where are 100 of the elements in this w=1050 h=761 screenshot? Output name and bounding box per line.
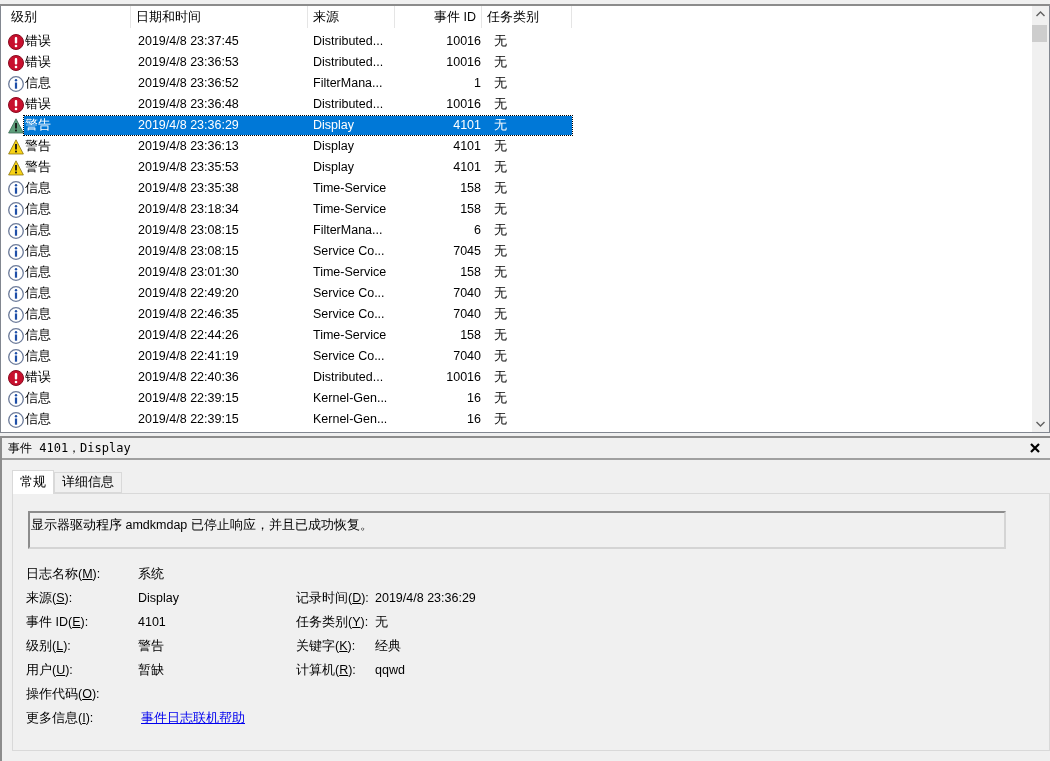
field-value: qqwd: [375, 662, 406, 679]
field-label: 用户(U):: [26, 662, 74, 679]
table-row[interactable]: 错误 2019/4/8 22:40:36 Distributed... 10016 无: [24, 368, 572, 387]
scroll-up-icon[interactable]: [1036, 11, 1045, 17]
table-cell-text: 10016: [445, 54, 481, 72]
table-cell-text: 无: [493, 33, 508, 51]
detail-title: 事件 4101，Display: [8, 440, 131, 457]
table-cell-text: 2019/4/8 22:49:20: [137, 285, 240, 303]
info-icon: [8, 75, 24, 92]
table-row[interactable]: 警告 2019/4/8 23:36:29 Display 4101 无: [24, 116, 572, 135]
table-cell-text: 1: [473, 75, 481, 93]
field-value: 无: [375, 614, 389, 631]
close-icon[interactable]: [1030, 443, 1040, 453]
table-cell-text: 4101: [452, 117, 481, 135]
field-value: 系统: [138, 566, 165, 583]
column-header[interactable]: 级别: [6, 6, 131, 28]
table-row[interactable]: 错误 2019/4/8 23:36:48 Distributed... 10016 无: [24, 95, 572, 114]
info-icon: [8, 390, 24, 407]
table-cell-text: 无: [493, 138, 508, 156]
table-row[interactable]: 警告 2019/4/8 23:36:13 Display 4101 无: [24, 137, 572, 156]
table-cell-text: Distributed...: [313, 33, 385, 51]
table-cell-text: 2019/4/8 22:41:19: [137, 348, 240, 366]
table-row[interactable]: 信息 2019/4/8 22:39:15 Kernel-Gen... 16 无: [24, 410, 572, 429]
table-cell-text: 信息: [24, 390, 52, 408]
table-cell-text: Display: [313, 117, 355, 135]
table-cell-text: 6: [473, 222, 481, 240]
field-value: 警告: [138, 638, 165, 655]
table-row[interactable]: 信息 2019/4/8 23:18:34 Time-Service 158 无: [24, 200, 572, 219]
table-row[interactable]: 信息 2019/4/8 22:39:15 Kernel-Gen... 16 无: [24, 389, 572, 408]
table-cell-text: 错误: [24, 33, 52, 51]
table-cell-text: 16: [466, 411, 481, 429]
table-cell-text: 2019/4/8 22:40:36: [137, 369, 240, 387]
table-cell-text: 无: [493, 264, 508, 282]
table-cell-text: 无: [493, 306, 508, 324]
scrollbar-thumb[interactable]: [1032, 25, 1047, 42]
table-cell-text: 4101: [452, 138, 481, 156]
table-cell-text: 错误: [24, 96, 52, 114]
table-cell-text: Time-Service: [313, 264, 388, 282]
field-label: 计算机(R):: [296, 662, 357, 679]
tab[interactable]: 详细信息: [54, 472, 122, 493]
table-row[interactable]: 信息 2019/4/8 23:01:30 Time-Service 158 无: [24, 263, 572, 282]
table-cell-text: 信息: [24, 285, 52, 303]
table-cell-text: 无: [493, 222, 508, 240]
table-cell-text: 警告: [24, 117, 52, 135]
table-cell-text: 158: [459, 180, 481, 198]
table-row[interactable]: 信息 2019/4/8 22:46:35 Service Co... 7040 无: [24, 305, 572, 324]
table-cell-text: Display: [313, 159, 355, 177]
table-cell-text: 7040: [452, 306, 481, 324]
table-row[interactable]: 信息 2019/4/8 23:08:15 FilterMana... 6 无: [24, 221, 572, 240]
table-cell-text: 2019/4/8 22:39:15: [137, 411, 240, 429]
error-icon: [8, 33, 24, 50]
table-cell-text: 16: [466, 390, 481, 408]
error-icon: [8, 96, 24, 113]
table-cell-text: 无: [493, 285, 508, 303]
field-label: 来源(S):: [26, 590, 74, 607]
table-row[interactable]: 警告 2019/4/8 23:35:53 Display 4101 无: [24, 158, 572, 177]
field-label: 关键字(K):: [296, 638, 357, 655]
table-row[interactable]: 错误 2019/4/8 23:37:45 Distributed... 10016 无: [24, 32, 572, 51]
column-header[interactable]: 事件 ID: [395, 6, 482, 28]
info-icon: [8, 285, 24, 302]
table-cell-text: 2019/4/8 22:44:26: [137, 327, 240, 345]
table-cell-text: 2019/4/8 23:35:38: [137, 180, 240, 198]
table-cell-text: 158: [459, 201, 481, 219]
error-icon: [8, 369, 24, 386]
table-cell-text: 2019/4/8 22:39:15: [137, 390, 240, 408]
tab[interactable]: 常规: [12, 470, 54, 494]
table-row[interactable]: 信息 2019/4/8 22:49:20 Service Co... 7040 无: [24, 284, 572, 303]
field-value: 经典: [375, 638, 402, 655]
table-cell-text: Kernel-Gen...: [313, 390, 389, 408]
table-cell-text: 4101: [452, 159, 481, 177]
scroll-down-icon[interactable]: [1036, 421, 1045, 427]
table-cell-text: 信息: [24, 222, 52, 240]
column-header[interactable]: 来源: [308, 6, 395, 28]
field-label: 操作代码(O):: [26, 686, 101, 703]
table-cell-text: 无: [493, 117, 508, 135]
info-icon: [8, 306, 24, 323]
table-cell-text: 2019/4/8 23:36:48: [137, 96, 240, 114]
table-row[interactable]: 信息 2019/4/8 23:35:38 Time-Service 158 无: [24, 179, 572, 198]
table-row[interactable]: 错误 2019/4/8 23:36:53 Distributed... 10016 无: [24, 53, 572, 72]
field-label: 任务类别(Y):: [296, 614, 370, 631]
table-row[interactable]: 信息 2019/4/8 23:08:15 Service Co... 7045 无: [24, 242, 572, 261]
table-cell-text: Time-Service: [313, 201, 388, 219]
table-cell-text: 无: [493, 348, 508, 366]
table-cell-text: 无: [493, 243, 508, 261]
error-icon: [8, 54, 24, 71]
column-header[interactable]: 任务类别: [482, 6, 572, 28]
table-row[interactable]: 信息 2019/4/8 22:44:26 Time-Service 158 无: [24, 326, 572, 345]
table-cell-text: 无: [493, 327, 508, 345]
table-cell-text: 2019/4/8 23:08:15: [137, 222, 240, 240]
table-cell-text: 2019/4/8 23:37:45: [137, 33, 240, 51]
column-header[interactable]: 日期和时间: [131, 6, 308, 28]
table-cell-text: Service Co...: [313, 348, 386, 366]
help-link[interactable]: 事件日志联机帮助: [138, 709, 296, 728]
warning-icon: [8, 159, 24, 176]
info-icon: [8, 348, 24, 365]
table-row[interactable]: 信息 2019/4/8 23:36:52 FilterMana... 1 无: [24, 74, 572, 93]
table-cell-text: Time-Service: [313, 327, 388, 345]
scrollbar[interactable]: [1032, 6, 1049, 432]
table-cell-text: Distributed...: [313, 96, 385, 114]
table-row[interactable]: 信息 2019/4/8 22:41:19 Service Co... 7040 无: [24, 347, 572, 366]
